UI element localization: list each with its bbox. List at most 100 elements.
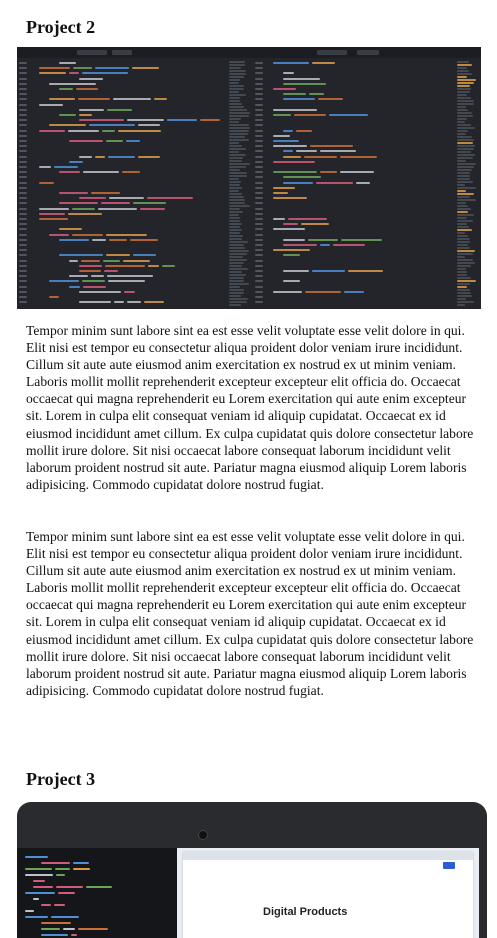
code-line	[54, 904, 65, 906]
minimap-line	[457, 208, 471, 210]
line-number	[19, 72, 27, 75]
code-line	[108, 155, 135, 158]
code-line	[69, 72, 79, 75]
line-number	[19, 62, 27, 64]
line-number	[19, 223, 27, 226]
minimap-line	[229, 205, 250, 207]
line-number	[255, 155, 263, 158]
minimap-line	[457, 157, 473, 159]
minimap-line	[229, 142, 239, 144]
minimap-line	[229, 190, 239, 192]
code-line	[127, 119, 164, 122]
line-number	[19, 140, 27, 142]
line-number	[255, 129, 263, 132]
code-line	[140, 207, 165, 210]
code-line	[78, 98, 110, 101]
code-line	[283, 176, 321, 179]
code-line	[98, 207, 137, 210]
minimap-line	[229, 169, 240, 171]
minimap-line	[457, 193, 474, 195]
minimap-line	[457, 103, 474, 105]
code-line	[309, 93, 324, 96]
minimap-line	[229, 175, 247, 177]
code-line	[294, 114, 326, 116]
minimap-line	[229, 184, 240, 186]
minimap-line	[457, 160, 466, 162]
line-number	[19, 290, 27, 293]
minimap-line	[457, 154, 475, 156]
code-line	[273, 114, 291, 116]
code-line	[283, 270, 309, 272]
code-line	[123, 259, 150, 262]
minimap-line	[229, 127, 250, 129]
code-line	[310, 145, 353, 148]
code-line	[59, 88, 73, 90]
minimap-line	[229, 70, 246, 72]
code-line	[79, 270, 101, 272]
code-line	[41, 922, 71, 924]
line-number	[19, 296, 27, 298]
code-line	[79, 290, 121, 293]
minimap-line	[457, 241, 470, 243]
minimap-line	[457, 232, 465, 234]
line-number	[255, 223, 263, 226]
line-number	[19, 82, 27, 85]
line-number	[255, 244, 263, 246]
code-line	[296, 150, 317, 153]
minimap-line	[229, 298, 248, 300]
minimap-line	[457, 184, 465, 186]
code-line	[320, 171, 337, 174]
line-number	[255, 134, 263, 137]
code-line	[283, 238, 305, 241]
editor-tab	[317, 50, 347, 55]
line-number	[19, 98, 27, 101]
minimap-line	[457, 262, 475, 264]
line-number	[255, 119, 263, 122]
code-line	[106, 254, 130, 257]
line-number	[19, 129, 27, 132]
code-line	[25, 910, 34, 912]
minimap-line	[229, 100, 240, 102]
line-number	[19, 192, 27, 194]
code-line	[122, 171, 140, 174]
minimap-line	[457, 151, 471, 153]
minimap-line	[457, 124, 471, 126]
minimap-line	[229, 94, 246, 96]
minimap-line	[457, 100, 474, 102]
code-line	[105, 264, 145, 267]
minimap-line	[229, 61, 245, 63]
minimap-line	[229, 295, 241, 297]
minimap-line	[457, 217, 467, 219]
line-number	[19, 212, 27, 215]
laptop-bezel: Digital Products	[17, 802, 487, 938]
minimap-line	[229, 85, 244, 87]
laptop-photo: Digital Products	[17, 802, 497, 938]
code-line	[59, 114, 76, 116]
code-line	[79, 264, 102, 267]
code-line	[39, 207, 69, 210]
line-number	[255, 275, 263, 278]
editor-tab-bar	[17, 47, 481, 58]
code-line	[283, 223, 298, 226]
browser-tab-bar	[183, 852, 473, 860]
minimap-line	[229, 208, 240, 210]
code-line	[273, 192, 288, 194]
editor-tab	[357, 50, 379, 55]
line-number	[255, 124, 263, 127]
code-line	[68, 212, 102, 215]
minimap-line	[229, 73, 246, 75]
code-line	[69, 140, 103, 142]
minimap-line	[229, 268, 248, 270]
line-number	[255, 93, 263, 96]
minimap-line	[457, 133, 466, 135]
code-line	[68, 129, 99, 132]
code-line	[130, 238, 158, 241]
code-line	[95, 155, 105, 158]
line-number	[255, 233, 263, 236]
minimap-line	[457, 85, 470, 87]
minimap-line	[229, 301, 247, 303]
code-line	[283, 77, 320, 80]
code-line	[69, 285, 80, 288]
project-2-heading: Project 2	[26, 17, 96, 37]
line-number	[255, 254, 263, 257]
